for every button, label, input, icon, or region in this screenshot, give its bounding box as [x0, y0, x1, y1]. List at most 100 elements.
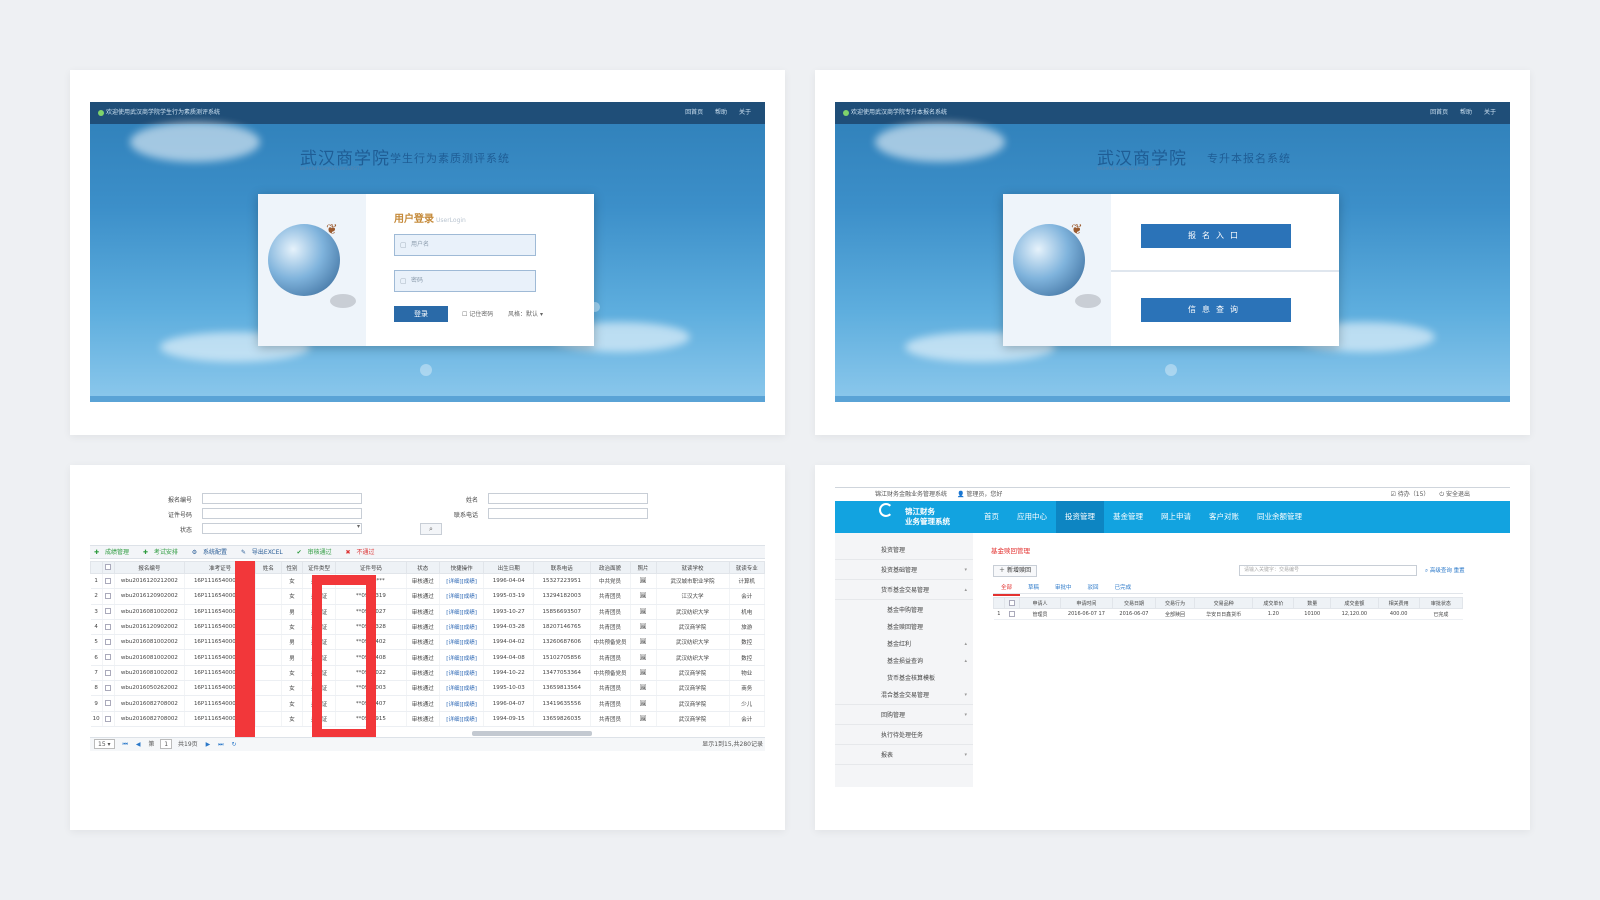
logout-link[interactable]: ⏻ 安全退出 — [1439, 491, 1470, 498]
add-redeem-button[interactable]: ＋ 新增赎回 — [993, 565, 1037, 577]
select-all-checkbox[interactable] — [1008, 599, 1015, 606]
style-select[interactable]: 风格：默认 ▾ — [508, 309, 543, 318]
advanced-search-link[interactable]: 高级查询 — [1430, 568, 1452, 574]
info-query-button[interactable]: 信息查询 — [1141, 298, 1291, 322]
column-header[interactable]: 申请人 — [1018, 597, 1061, 609]
detail-link[interactable]: [详细][成绩] — [439, 573, 485, 590]
enroll-entry-button[interactable]: 报名入口 — [1141, 224, 1291, 248]
horizontal-scrollbar[interactable] — [472, 731, 592, 736]
detail-link[interactable]: [详细][成绩] — [439, 634, 485, 651]
column-header[interactable]: 相关费用 — [1377, 597, 1420, 609]
refresh-icon[interactable]: ↻ — [231, 741, 236, 748]
sidebar-item[interactable]: 投资管理 — [835, 541, 973, 560]
table-row[interactable]: 1 管理员 2016-06-07 17 2016-06-07 全部赎回 华安日日鑫货币 1.… — [993, 608, 1463, 620]
column-header[interactable] — [90, 561, 103, 574]
row-checkbox[interactable] — [105, 669, 112, 676]
page-size-select[interactable]: 15 ▾ — [94, 739, 115, 749]
nav-item[interactable]: 首页 — [975, 501, 1008, 533]
sidebar-item[interactable]: 报表 ▾ — [835, 746, 973, 765]
system-config-button[interactable]: ⚙ 系统配置 — [192, 549, 231, 556]
column-header[interactable]: 照片 — [629, 561, 657, 574]
column-header[interactable] — [101, 561, 115, 574]
detail-link[interactable]: [详细][成绩] — [439, 604, 485, 620]
phone-input[interactable] — [488, 508, 648, 519]
detail-link[interactable]: [详细][成绩] — [439, 619, 485, 636]
column-header[interactable]: 交易品种 — [1193, 597, 1254, 609]
row-checkbox[interactable] — [105, 684, 112, 691]
table-row[interactable]: 2 wbu2016120902002 16P111654000279 女身份证 **09… — [90, 588, 765, 605]
help-link[interactable]: 帮助 — [1460, 109, 1472, 116]
column-header[interactable]: 性别 — [280, 561, 304, 574]
row-checkbox[interactable] — [1008, 610, 1015, 617]
detail-link[interactable]: [详细][成绩] — [439, 649, 485, 666]
table-row[interactable]: 6 wbu2016081002002 16P111654000275 男身份证 **09… — [90, 649, 765, 666]
column-header[interactable]: 就读专业 — [728, 561, 765, 574]
status-tab[interactable]: 驳回 — [1080, 583, 1107, 594]
column-header[interactable]: 申请时间 — [1059, 597, 1113, 609]
search-input[interactable]: 请输入关键字：交易编号 — [1239, 565, 1417, 576]
table-row[interactable]: 4 wbu2016120902002 16P111654000277 女身份证 **09… — [90, 619, 765, 636]
name-input[interactable] — [488, 493, 648, 504]
status-tab[interactable]: 草稿 — [1020, 583, 1047, 594]
status-tab[interactable]: 已完成 — [1107, 583, 1140, 594]
column-header[interactable]: 审批状态 — [1418, 597, 1464, 609]
row-checkbox[interactable] — [105, 715, 112, 722]
id-no-input[interactable] — [202, 508, 362, 519]
next-page-icon[interactable]: ▶ — [206, 741, 211, 748]
nav-item[interactable]: 投资管理 — [1056, 501, 1104, 533]
row-checkbox[interactable] — [105, 593, 112, 600]
sidebar-item[interactable]: 货币基金交易管理 ▴ — [835, 581, 973, 600]
table-row[interactable]: 9 wbu2016082708002 16P111654000272 女身份证 **09… — [90, 695, 765, 712]
nav-item[interactable]: 应用中心 — [1008, 501, 1056, 533]
row-checkbox[interactable] — [105, 608, 112, 615]
column-header[interactable]: 数量 — [1293, 597, 1332, 609]
column-header[interactable]: 交易日期 — [1111, 597, 1157, 609]
row-checkbox[interactable] — [105, 577, 112, 584]
sidebar-item[interactable]: 执行待处理任务 — [835, 726, 973, 745]
column-header[interactable]: 姓名 — [254, 561, 282, 574]
column-header[interactable]: 报名编号 — [113, 561, 186, 574]
nav-item[interactable]: 网上申请 — [1152, 501, 1200, 533]
table-row[interactable]: 10 wbu2016082708002 16P111654000271 女身份证 **0… — [90, 711, 765, 727]
about-link[interactable]: 关于 — [1484, 109, 1496, 116]
column-header[interactable]: 成交单价 — [1252, 597, 1295, 609]
sidebar-item[interactable]: 混合基金交易管理 ▾ — [835, 686, 973, 705]
prev-page-icon[interactable]: ◀ — [136, 741, 141, 748]
detail-link[interactable]: [详细][成绩] — [439, 665, 485, 682]
page-number-input[interactable]: 1 — [160, 739, 173, 749]
nav-item[interactable]: 同业余额管理 — [1248, 501, 1311, 533]
todo-link[interactable]: ☑ 待办（15） — [1390, 491, 1429, 498]
row-checkbox[interactable] — [105, 700, 112, 707]
column-header[interactable]: 交易行为 — [1155, 597, 1195, 609]
exam-arrange-button[interactable]: ✚ 考试安排 — [143, 549, 182, 556]
help-link[interactable]: 帮助 — [715, 109, 727, 116]
detail-link[interactable]: [详细][成绩] — [439, 680, 485, 697]
column-header[interactable]: 状态 — [405, 561, 440, 574]
home-link[interactable]: 回首页 — [685, 109, 703, 116]
sidebar-item[interactable]: 投资基础管理 ▾ — [835, 561, 973, 580]
table-row[interactable]: 7 wbu2016081002002 16P111654000274 女身份证 **09… — [90, 665, 765, 682]
table-row[interactable]: 5 wbu2016081002002 16P111654000276 男身份证 **09… — [90, 634, 765, 651]
column-header[interactable]: 证件类型 — [302, 561, 337, 574]
column-header[interactable]: 就读学校 — [655, 561, 730, 574]
last-page-icon[interactable]: ⏭ — [218, 741, 223, 748]
nav-item[interactable]: 基金管理 — [1104, 501, 1152, 533]
column-header[interactable]: 快捷操作 — [438, 561, 485, 574]
sidebar-item[interactable]: 回购管理 ▾ — [835, 706, 973, 725]
score-manage-button[interactable]: ✚ 成绩管理 — [94, 549, 133, 556]
detail-link[interactable]: [详细][成绩] — [439, 711, 485, 727]
password-input[interactable]: 密码 — [394, 270, 536, 292]
reject-button[interactable]: ✖ 不通过 — [346, 549, 379, 556]
first-page-icon[interactable]: ⏮ — [122, 741, 127, 748]
column-header[interactable] — [993, 597, 1005, 609]
approve-button[interactable]: ✔ 审核通过 — [297, 549, 336, 556]
column-header[interactable]: 证件号码 — [335, 561, 407, 574]
about-link[interactable]: 关于 — [739, 109, 751, 116]
status-tab[interactable]: 审批中 — [1047, 583, 1080, 594]
column-header[interactable]: 联系电话 — [532, 561, 591, 574]
table-row[interactable]: 8 wbu2016050262002 16P111654000273 女身份证 **09… — [90, 680, 765, 697]
column-header[interactable]: 政治面貌 — [589, 561, 631, 574]
search-icon[interactable]: ⌕ — [1425, 568, 1428, 574]
column-header[interactable]: 出生日期 — [483, 561, 534, 574]
nav-item[interactable]: 客户对账 — [1200, 501, 1248, 533]
